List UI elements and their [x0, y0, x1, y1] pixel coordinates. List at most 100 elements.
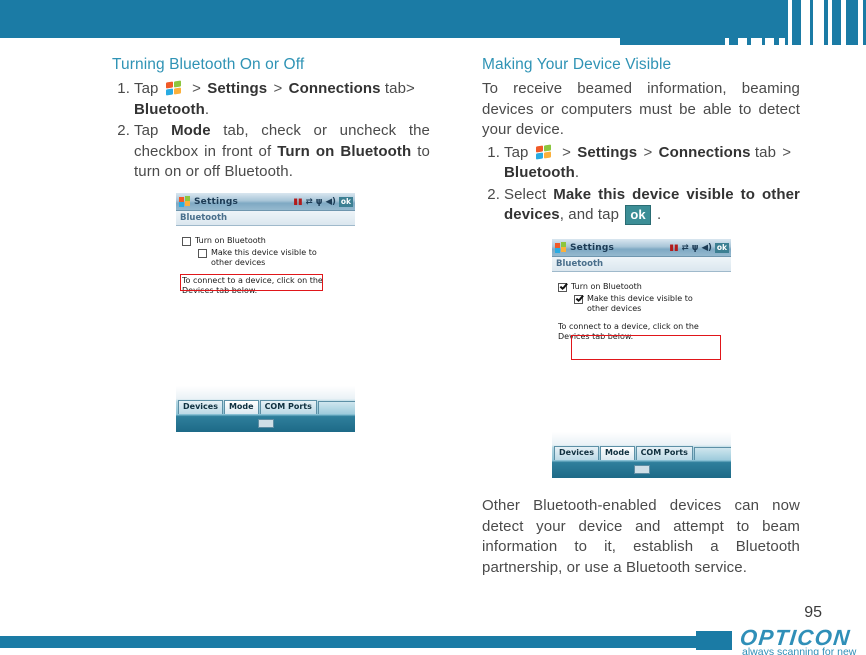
- list-item: Tap > Settings > Connections tab> Blueto…: [112, 79, 430, 120]
- right-outro-paragraph: Other Bluetooth-enabled devices can now …: [482, 497, 800, 576]
- checkbox-label: Turn on Bluetooth: [571, 282, 642, 291]
- device-softkey-button[interactable]: [257, 419, 274, 428]
- chevron-separator: >: [273, 80, 283, 97]
- document-page: Turning Bluetooth On or Off Tap > Settin…: [0, 0, 866, 655]
- device-tab-com-ports[interactable]: COM Ports: [635, 446, 693, 460]
- device-subtitle: Bluetooth: [556, 259, 604, 269]
- device-title-bar: Settings ▮▮ ⇄ ψ ◀) ok: [552, 239, 731, 257]
- volume-icon: ◀): [701, 242, 712, 253]
- right-intro-paragraph: To receive beamed information, beaming d…: [482, 80, 800, 138]
- device-tab-filler: [317, 401, 355, 414]
- step2-text-a: Tap: [134, 122, 172, 139]
- step-bold-bluetooth: Bluetooth: [504, 164, 575, 181]
- device-tab-area: Devices Mode COM Ports: [552, 432, 731, 478]
- list-item: Tap > Settings > Connections tab > Bluet…: [482, 143, 800, 184]
- checkbox-row-visible[interactable]: Make this device visible to other device…: [198, 248, 349, 268]
- device-subtitle: Bluetooth: [180, 213, 228, 223]
- highlight-box: [180, 274, 323, 291]
- step-bold-connections: Connections: [658, 143, 751, 161]
- device-window-title: Settings: [570, 242, 615, 253]
- device-tab-mode[interactable]: Mode: [599, 446, 635, 460]
- checkbox-row-turn-on[interactable]: Turn on Bluetooth: [558, 282, 725, 292]
- list-item: Select Make this device visible to other…: [482, 185, 800, 226]
- barcode-icon: [620, 0, 866, 45]
- device-tab-area: Devices Mode COM Ports: [176, 386, 355, 432]
- device-window-title: Settings: [194, 196, 239, 207]
- step-period: .: [204, 100, 210, 118]
- checkbox-row-turn-on[interactable]: Turn on Bluetooth: [182, 236, 349, 246]
- battery-icon: ▮▮: [293, 196, 303, 207]
- step-period: .: [574, 164, 580, 181]
- device-title-bar: Settings ▮▮ ⇄ ψ ◀) ok: [176, 193, 355, 211]
- step2-bold-turnon: Turn on Bluetooth: [277, 142, 412, 160]
- step-bold-settings: Settings: [207, 80, 268, 97]
- chevron-separator: >: [782, 143, 792, 161]
- device-status-icons: ▮▮ ⇄ ψ ◀) ok: [293, 196, 353, 207]
- device-tab-strip: Devices Mode COM Ports: [554, 446, 731, 460]
- logo-square-icon: [696, 631, 732, 650]
- device-subtitle-bar: Bluetooth: [176, 211, 355, 226]
- battery-icon: ▮▮: [669, 242, 679, 253]
- checkbox-make-visible[interactable]: [574, 295, 583, 304]
- list-item: Tap Mode tab, check or uncheck the check…: [112, 121, 430, 183]
- windows-start-icon: [535, 144, 553, 160]
- step-mid-text: tab>: [384, 80, 415, 97]
- device-softkey-button[interactable]: [633, 465, 650, 474]
- device-tab-mode[interactable]: Mode: [223, 400, 259, 414]
- windows-start-icon: [165, 80, 183, 96]
- device-ok-button[interactable]: ok: [714, 242, 729, 253]
- step2-bold-mode: Mode: [171, 122, 211, 139]
- ok-button-inline[interactable]: ok: [625, 205, 651, 225]
- device-subtitle-bar: Bluetooth: [552, 257, 731, 272]
- right-section-title: Making Your Device Visible: [482, 56, 672, 73]
- sync-icon: ⇄: [305, 196, 313, 207]
- right-outro-wrap: Other Bluetooth-enabled devices can now …: [482, 496, 800, 580]
- footer-band: [0, 636, 720, 648]
- windows-start-icon: [179, 196, 191, 207]
- logo-tagline: always scanning for new ID's: [742, 646, 857, 655]
- right-steps-list: Tap > Settings > Connections tab > Bluet…: [482, 143, 800, 226]
- device-tab-devices[interactable]: Devices: [178, 400, 223, 414]
- checkbox-row-visible[interactable]: Make this device visible to other device…: [574, 294, 725, 314]
- opticon-logo: OPTICON always scanning for new ID's: [696, 625, 866, 655]
- device-body: Turn on Bluetooth Make this device visib…: [176, 226, 355, 386]
- windows-start-icon: [555, 242, 567, 253]
- step-prefix: Tap: [134, 80, 159, 97]
- checkbox-label: Turn on Bluetooth: [195, 236, 266, 245]
- left-steps-list: Tap > Settings > Connections tab> Blueto…: [112, 79, 430, 183]
- signal-icon: ψ: [315, 196, 323, 207]
- device-tab-devices[interactable]: Devices: [554, 446, 599, 460]
- page-number: 95: [804, 604, 822, 621]
- right-column: Making Your Device Visible To receive be…: [482, 56, 800, 227]
- chevron-separator: >: [192, 80, 201, 97]
- signal-icon: ψ: [691, 242, 699, 253]
- chevron-separator: >: [562, 143, 571, 161]
- checkbox-turn-on-bluetooth[interactable]: [558, 283, 567, 292]
- highlight-box: [571, 335, 721, 360]
- step-bold-settings: Settings: [577, 143, 638, 161]
- step2-text-b: , and tap: [559, 206, 624, 223]
- screenshot-bluetooth-mode-on: Settings ▮▮ ⇄ ψ ◀) ok Bluetooth Turn on …: [552, 239, 731, 478]
- volume-icon: ◀): [325, 196, 336, 207]
- checkbox-label: Make this device visible to other device…: [587, 294, 693, 313]
- step-bold-connections: Connections: [288, 80, 381, 97]
- left-column: Turning Bluetooth On or Off Tap > Settin…: [112, 56, 430, 184]
- device-tab-filler: [693, 447, 731, 460]
- step-mid-text: tab: [754, 143, 777, 161]
- checkbox-make-visible[interactable]: [198, 249, 207, 258]
- checkbox-turn-on-bluetooth[interactable]: [182, 237, 191, 246]
- step2-text-a: Select: [504, 185, 554, 203]
- step-prefix: Tap: [504, 143, 529, 161]
- checkbox-label: Make this device visible to other device…: [211, 248, 317, 267]
- device-ok-button[interactable]: ok: [338, 196, 353, 207]
- step2-text-c: .: [652, 206, 662, 223]
- device-tab-strip: Devices Mode COM Ports: [178, 400, 355, 414]
- device-status-icons: ▮▮ ⇄ ψ ◀) ok: [669, 242, 729, 253]
- chevron-separator: >: [643, 143, 653, 161]
- sync-icon: ⇄: [681, 242, 689, 253]
- device-tab-com-ports[interactable]: COM Ports: [259, 400, 317, 414]
- screenshot-bluetooth-mode-off: Settings ▮▮ ⇄ ψ ◀) ok Bluetooth Turn on …: [176, 193, 355, 432]
- device-body: Turn on Bluetooth Make this device visib…: [552, 272, 731, 432]
- step-bold-bluetooth: Bluetooth: [134, 100, 205, 118]
- left-section-title: Turning Bluetooth On or Off: [112, 56, 305, 73]
